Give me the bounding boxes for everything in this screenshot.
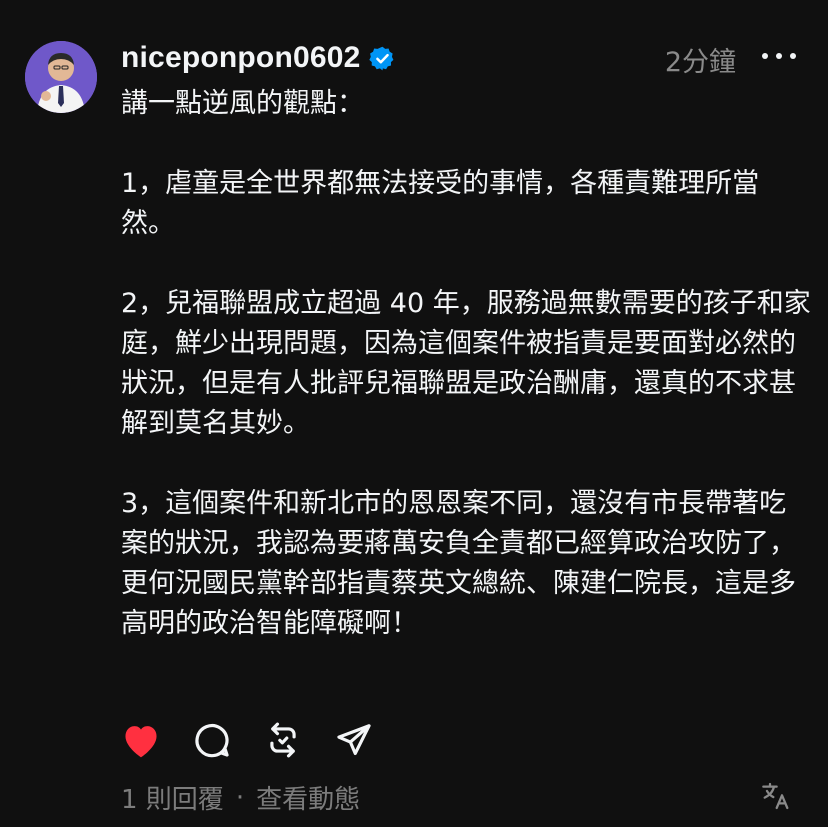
post-paragraph: 講一點逆風的觀點： bbox=[121, 88, 364, 119]
reply-button[interactable] bbox=[190, 718, 234, 762]
post-timestamp: 2分鐘 bbox=[664, 47, 736, 78]
post-footer: 1 則回覆 · 查看動態 bbox=[121, 779, 360, 816]
avatar-image bbox=[25, 41, 97, 113]
translate-button[interactable] bbox=[760, 780, 792, 812]
view-activity-link[interactable]: 查看動態 bbox=[256, 779, 360, 816]
repost-button[interactable] bbox=[261, 718, 305, 762]
more-icon[interactable] bbox=[762, 44, 796, 68]
heart-icon bbox=[125, 726, 157, 758]
translate-icon bbox=[762, 782, 789, 810]
post-paragraph: 2，兒福聯盟成立超過 40 年，服務過無數需要的孩子和家庭，鮮少出現問題，因為這… bbox=[121, 288, 811, 439]
post-paragraph: 1，虐童是全世界都無法接受的事情，各種責難理所當然。 bbox=[121, 168, 760, 239]
send-icon bbox=[337, 724, 371, 756]
username-row: niceponpon0602 bbox=[121, 38, 396, 78]
comment-icon bbox=[195, 724, 229, 758]
action-bar bbox=[119, 718, 403, 762]
replies-count-link[interactable]: 1 則回覆 bbox=[121, 779, 224, 816]
footer-separator: · bbox=[235, 782, 245, 813]
like-button[interactable] bbox=[119, 718, 163, 762]
post-paragraph: 3，這個案件和新北市的恩恩案不同，還沒有市長帶著吃案的狀況，我認為要蔣萬安負全責… bbox=[121, 488, 796, 639]
repost-icon bbox=[270, 722, 296, 758]
more-dot bbox=[776, 53, 782, 59]
share-button[interactable] bbox=[332, 718, 376, 762]
verified-badge-icon bbox=[368, 45, 396, 72]
more-dot bbox=[762, 53, 768, 59]
more-dot bbox=[790, 53, 796, 59]
username[interactable]: niceponpon0602 bbox=[121, 41, 361, 75]
post-body: 講一點逆風的觀點： 1，虐童是全世界都無法接受的事情，各種責難理所當然。 2，兒… bbox=[121, 84, 811, 684]
avatar[interactable] bbox=[25, 41, 97, 113]
